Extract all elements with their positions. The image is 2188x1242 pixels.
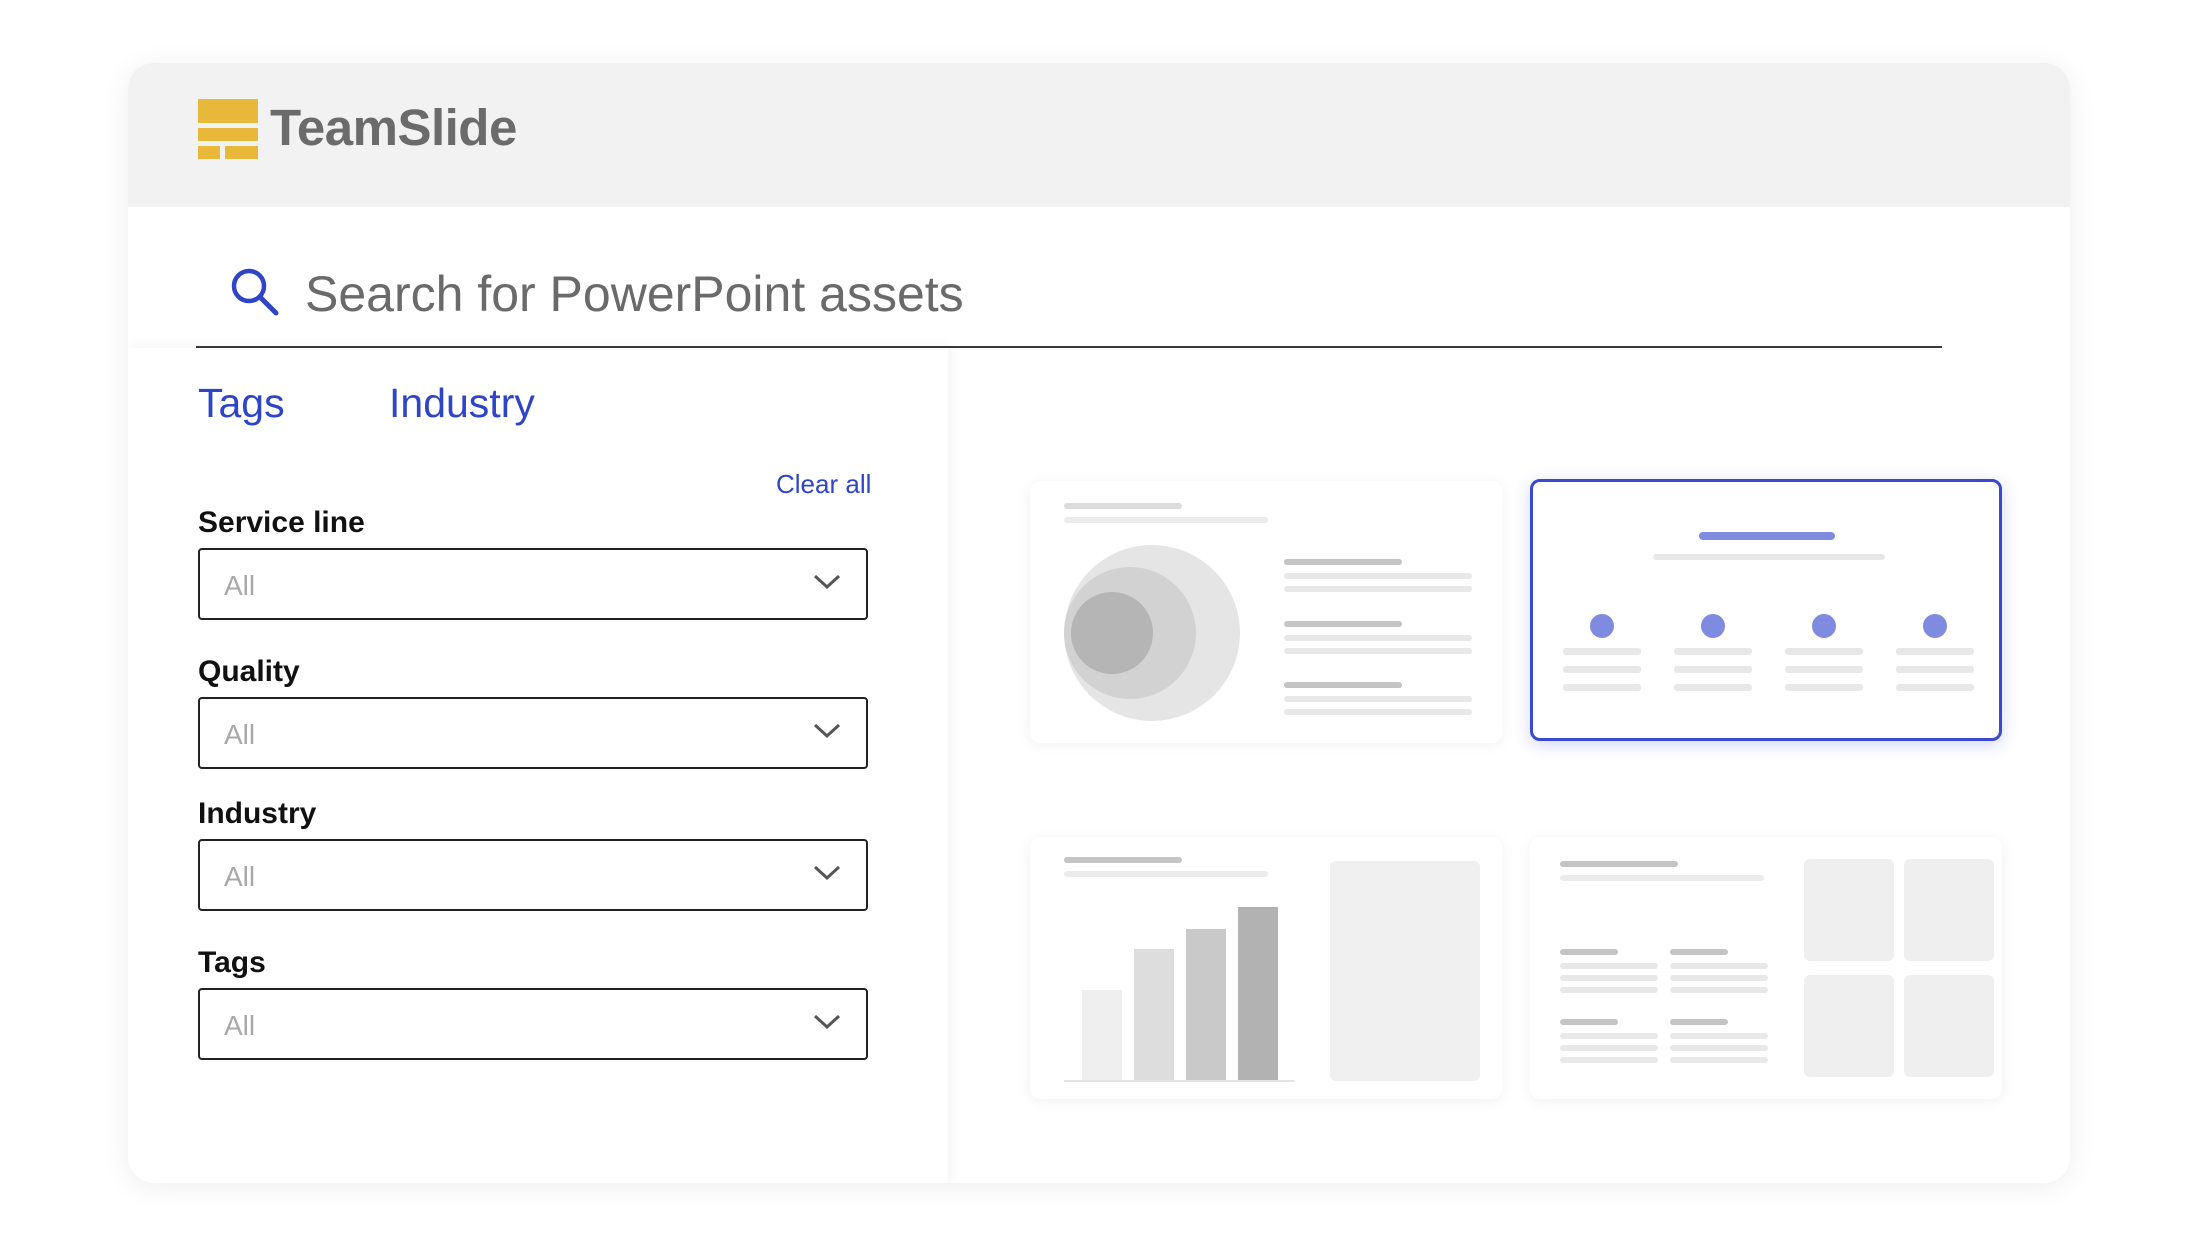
bar-chart-thumbnail xyxy=(1064,857,1480,1082)
slide-card-grid-layout[interactable] xyxy=(1530,837,2002,1099)
circle-diagram-thumbnail xyxy=(1064,503,1472,721)
tags-label: Tags xyxy=(198,946,266,979)
chevron-down-icon xyxy=(813,865,841,881)
four-steps-thumbnail xyxy=(1563,532,1974,691)
search-input[interactable]: Search for PowerPoint assets xyxy=(305,263,964,325)
tags-select[interactable]: All xyxy=(198,988,868,1060)
quality-value: All xyxy=(224,719,256,750)
app-window: TeamSlide Search for PowerPoint assets T… xyxy=(128,63,2070,1183)
slide-card-bar-chart[interactable] xyxy=(1030,837,1502,1099)
grid-layout-thumbnail xyxy=(1560,859,1994,1077)
industry-select[interactable]: All xyxy=(198,839,868,911)
filter-panel: Tags Industry Clear all Service line All… xyxy=(128,348,948,1183)
tab-industry[interactable]: Industry xyxy=(389,378,535,428)
quality-select[interactable]: All xyxy=(198,697,868,769)
app-header: TeamSlide xyxy=(128,63,2070,207)
service-line-select[interactable]: All xyxy=(198,548,868,620)
clear-all-link[interactable]: Clear all xyxy=(776,468,871,500)
tab-tags[interactable]: Tags xyxy=(198,378,285,428)
slide-card-four-steps[interactable] xyxy=(1530,479,2002,741)
search-icon[interactable] xyxy=(228,265,282,319)
service-line-label: Service line xyxy=(198,506,365,539)
industry-label: Industry xyxy=(198,797,317,830)
slide-card-circle-diagram[interactable] xyxy=(1030,481,1502,743)
chevron-down-icon xyxy=(813,574,841,590)
service-line-value: All xyxy=(224,570,256,601)
brand-name: TeamSlide xyxy=(270,99,517,156)
chevron-down-icon xyxy=(813,1014,841,1030)
industry-value: All xyxy=(224,861,256,892)
tags-value: All xyxy=(224,1010,256,1041)
teamslide-logo-icon xyxy=(198,99,258,159)
quality-label: Quality xyxy=(198,655,300,688)
chevron-down-icon xyxy=(813,723,841,739)
